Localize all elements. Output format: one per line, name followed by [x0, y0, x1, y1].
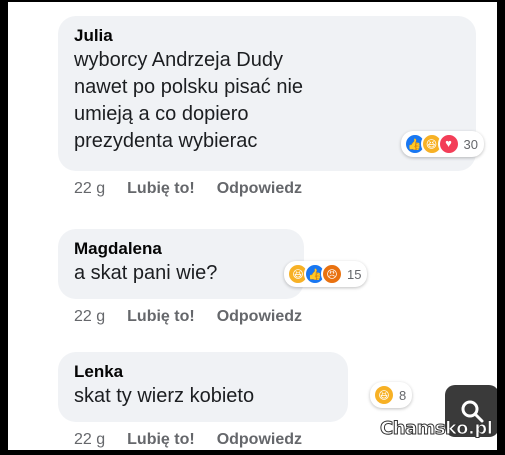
reply-button[interactable]: Odpowiedz — [217, 430, 302, 450]
like-button[interactable]: Lubię to! — [127, 179, 195, 199]
love-reaction-icon: ♥ — [437, 133, 460, 155]
like-button[interactable]: Lubię to! — [127, 430, 195, 450]
comment-bubble: Julia wyborcy Andrzeja Dudy nawet po pol… — [58, 16, 484, 171]
reaction-summary[interactable]: 😆 👍 😠 15 — [284, 261, 368, 287]
haha-reaction-icon: 😆 — [373, 384, 395, 406]
watermark-logo: Chamsko.pl — [379, 418, 493, 440]
comment-text: skat ty wierz kobieto — [74, 385, 255, 407]
reply-button[interactable]: Odpowiedz — [217, 179, 302, 199]
reaction-count: 8 — [399, 387, 407, 403]
comment-author[interactable]: Julia — [74, 25, 462, 47]
comment-bubble: Lenka skat ty wierz kobieto 😆 8 — [58, 352, 413, 422]
reaction-count: 15 — [347, 266, 362, 282]
like-button[interactable]: Lubię to! — [127, 307, 195, 327]
comment-text: a skat pani wie? — [74, 262, 218, 284]
comment-timestamp[interactable]: 22 g — [74, 430, 105, 450]
comments-panel: Julia wyborcy Andrzeja Dudy nawet po pol… — [8, 2, 497, 450]
comment-actions: 22 g Lubię to! Odpowiedz — [58, 430, 348, 450]
comment-actions: 22 g Lubię to! Odpowiedz — [58, 179, 476, 199]
comment-actions: 22 g Lubię to! Odpowiedz — [58, 307, 304, 327]
comment-author[interactable]: Lenka — [74, 361, 334, 383]
comment-author[interactable]: Magdalena — [74, 238, 290, 260]
comment-timestamp[interactable]: 22 g — [74, 179, 105, 199]
comment-magdalena: Magdalena a skat pani wie? 😆 👍 😠 15 22 g… — [58, 229, 368, 327]
reply-button[interactable]: Odpowiedz — [217, 307, 302, 327]
reaction-count: 30 — [463, 136, 478, 152]
comment-bubble: Magdalena a skat pani wie? 😆 👍 😠 15 — [58, 229, 368, 299]
reaction-summary[interactable]: 👍 😆 ♥ 30 — [400, 131, 484, 157]
comment-julia: Julia wyborcy Andrzeja Dudy nawet po pol… — [58, 16, 484, 199]
reaction-summary[interactable]: 😆 8 — [370, 382, 413, 408]
angry-reaction-icon: 😠 — [321, 263, 343, 285]
comment-lenka: Lenka skat ty wierz kobieto 😆 8 22 g Lub… — [58, 352, 413, 450]
comment-timestamp[interactable]: 22 g — [74, 307, 105, 327]
